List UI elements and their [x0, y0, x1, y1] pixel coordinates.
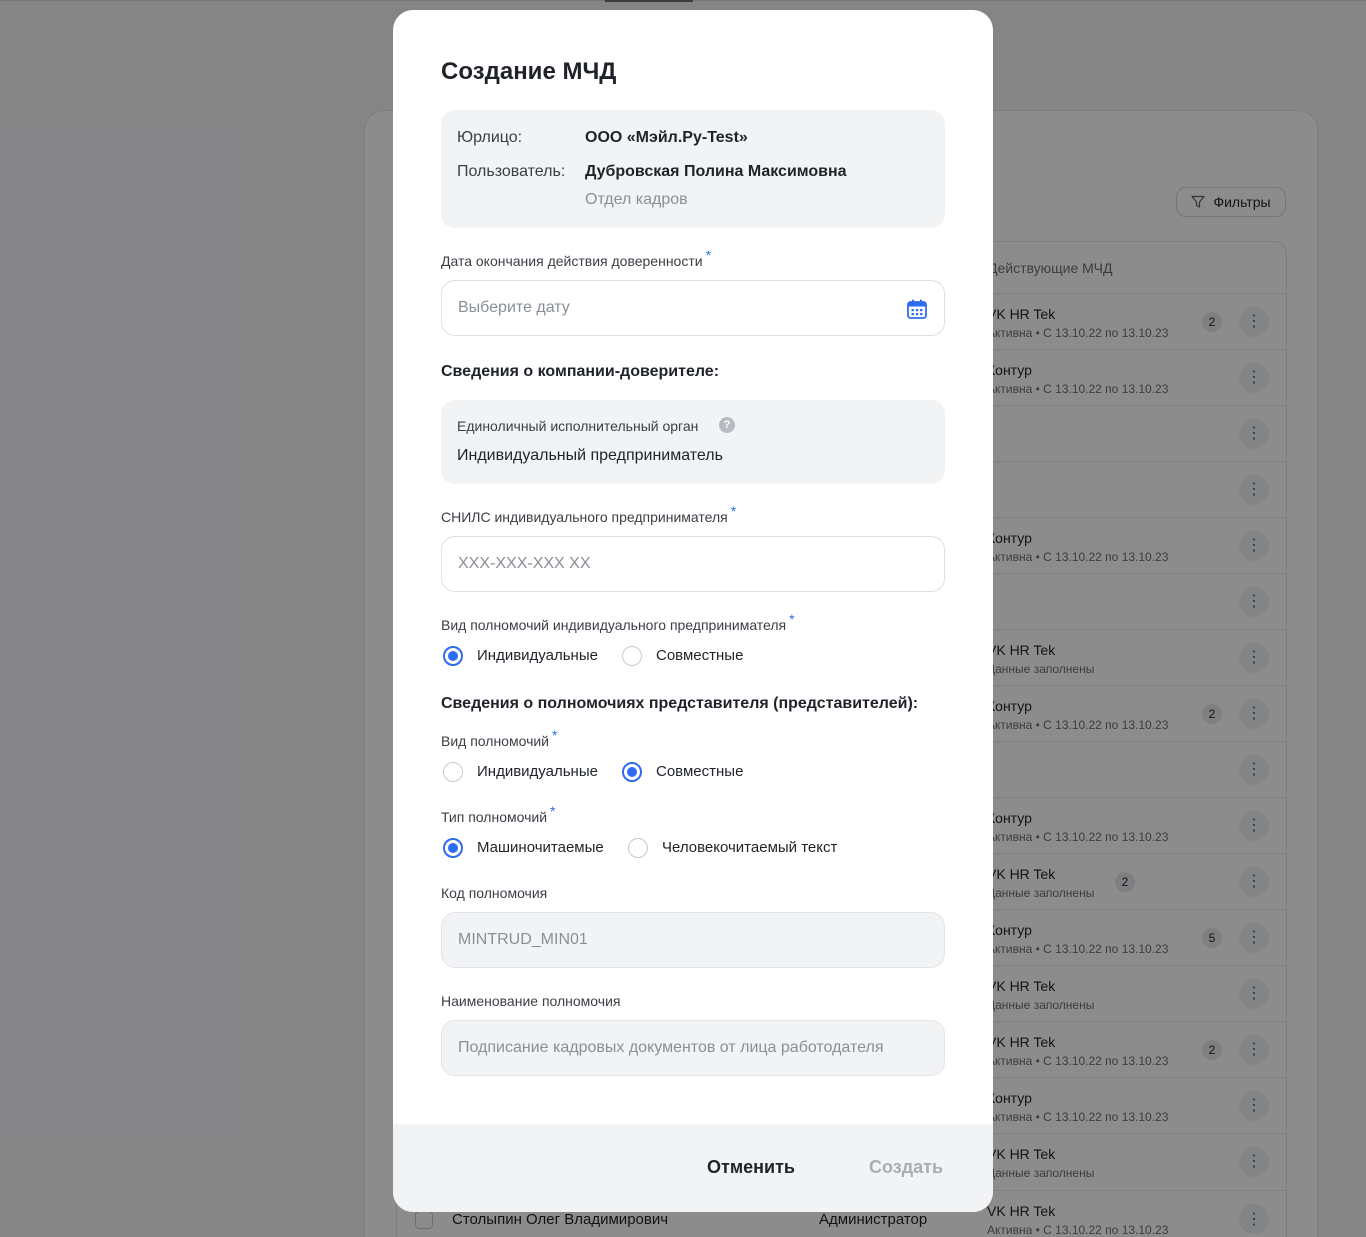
power-name-value: Подписание кадровых документов от лица р… — [458, 1039, 884, 1056]
ip-powers-individual-label[interactable]: Индивидуальные — [477, 647, 598, 664]
calendar-icon[interactable] — [906, 298, 928, 320]
create-mchd-dialog: Создание МЧД Юрлицо: ООО «Мэйл.Ру-Test» … — [393, 10, 993, 1212]
powers-type-human-label[interactable]: Человекочитаемый текст — [662, 839, 837, 856]
snils-label: СНИЛС индивидуального предпринимателя * — [441, 503, 737, 525]
ip-powers-joint-radio[interactable] — [622, 646, 642, 666]
sole-body-label: Единоличный исполнительный орган — [457, 418, 699, 434]
power-code-label: Код полномочия — [441, 885, 548, 901]
rep-powers-individual-label[interactable]: Индивидуальные — [477, 763, 598, 780]
ip-powers-joint-label[interactable]: Совместные — [656, 647, 743, 664]
power-name-label: Наименование полномочия — [441, 993, 621, 1009]
expiry-date-label: Дата окончания действия доверенности * — [441, 247, 712, 269]
powers-type-machine-radio[interactable] — [443, 838, 463, 858]
rep-powers-joint-radio[interactable] — [622, 762, 642, 782]
user-value: Дубровская Полина Максимовна — [585, 163, 847, 180]
sole-body-box: Единоличный исполнительный орган ? Индив… — [441, 400, 945, 484]
powers-type-human-radio[interactable] — [628, 838, 648, 858]
dialog-title: Создание МЧД — [441, 58, 617, 85]
user-label: Пользователь: — [457, 163, 566, 180]
expiry-date-input[interactable]: Выберите дату — [441, 280, 945, 336]
ip-powers-individual-radio[interactable] — [443, 646, 463, 666]
rep-section-title: Сведения о полномочиях представителя (пр… — [441, 695, 919, 712]
powers-type-machine-label[interactable]: Машиночитаемые — [477, 839, 604, 856]
expiry-date-placeholder: Выберите дату — [458, 299, 570, 316]
powers-type-label: Тип полномочий * — [441, 803, 556, 825]
rep-powers-joint-label[interactable]: Совместные — [656, 763, 743, 780]
create-button[interactable]: Создать — [869, 1157, 943, 1178]
power-code-value: MINTRUD_MIN01 — [458, 931, 588, 948]
snils-placeholder: XXX-XXX-XXX XX — [458, 555, 591, 572]
power-name-field: Подписание кадровых документов от лица р… — [441, 1020, 945, 1076]
rep-powers-kind-label: Вид полномочий * — [441, 727, 558, 749]
principal-section-title: Сведения о компании-доверителе: — [441, 363, 720, 380]
help-icon[interactable]: ? — [719, 417, 735, 433]
cancel-button[interactable]: Отменить — [707, 1157, 795, 1178]
entity-value: ООО «Мэйл.Ру-Test» — [585, 129, 748, 146]
department-label: Отдел кадров — [585, 191, 688, 208]
ip-powers-kind-label: Вид полномочий индивидуального предприни… — [441, 611, 795, 633]
dialog-footer: Отменить Создать — [393, 1124, 993, 1212]
power-code-field: MINTRUD_MIN01 — [441, 912, 945, 968]
entity-label: Юрлицо: — [457, 129, 523, 146]
rep-powers-individual-radio[interactable] — [443, 762, 463, 782]
info-box: Юрлицо: ООО «Мэйл.Ру-Test» Пользователь:… — [441, 110, 945, 228]
snils-input[interactable]: XXX-XXX-XXX XX — [441, 536, 945, 592]
sole-body-value: Индивидуальный предприниматель — [457, 447, 723, 464]
